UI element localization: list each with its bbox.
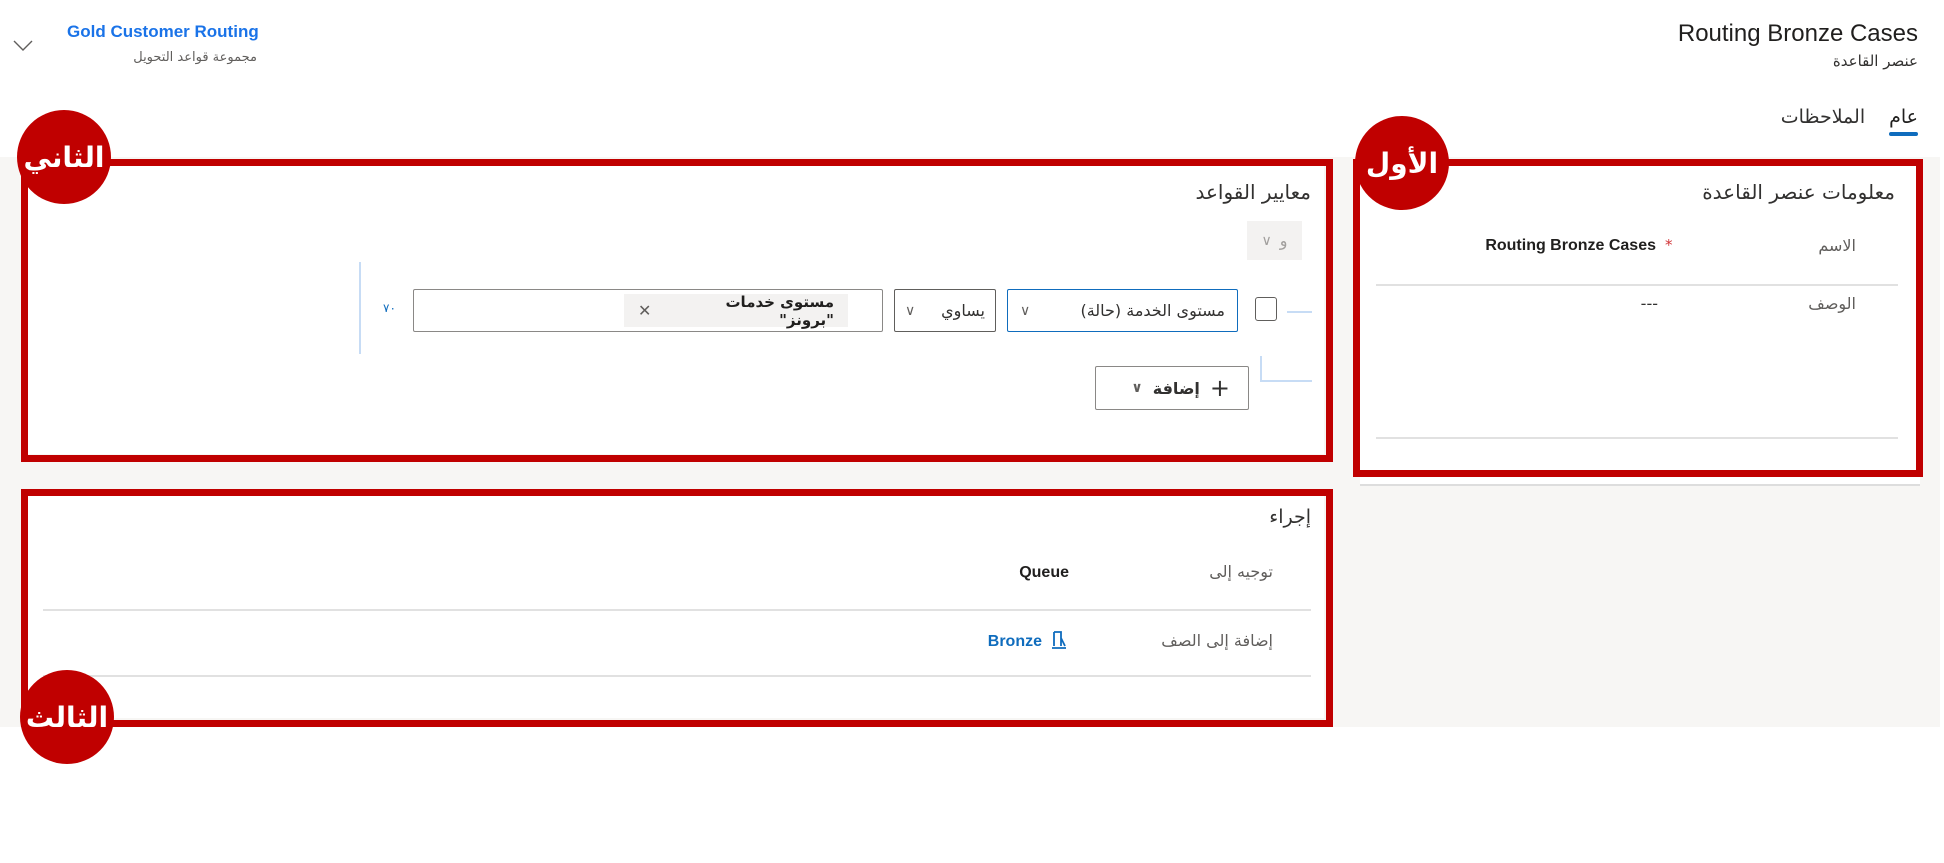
add-connector-line — [1260, 356, 1262, 381]
ruleset-caption: مجموعة قواعد التحويل — [133, 50, 257, 65]
add-button[interactable]: + إضافة ∨ — [1095, 366, 1249, 410]
field-dropdown-value: مستوى الخدمة (حالة) — [1080, 301, 1225, 320]
chevron-down-icon: ∨ — [905, 302, 916, 319]
operator-dropdown[interactable]: يساوي ∨ — [894, 289, 996, 332]
callout-badge-second: الثاني — [17, 110, 111, 204]
queue-link-label: Bronze — [987, 633, 1042, 650]
description-value[interactable]: --- — [1641, 294, 1658, 313]
divider — [1376, 437, 1898, 439]
divider — [43, 675, 1311, 677]
value-tag-label: مستوى خدمات "برونز" — [725, 292, 834, 329]
callout-badge-third: الثالث — [20, 670, 114, 764]
expand-chevron-icon[interactable] — [12, 34, 34, 56]
row-connector-line — [1287, 311, 1312, 313]
rule-info-title: معلومات عنصر القاعدة — [1702, 180, 1895, 204]
field-dropdown[interactable]: مستوى الخدمة (حالة) ∨ — [1007, 289, 1238, 332]
value-input[interactable]: مستوى خدمات "برونز" ✕ — [413, 289, 883, 332]
tab-notes[interactable]: الملاحظات — [1781, 106, 1865, 136]
callout-box-first — [1353, 159, 1923, 477]
tab-general-label: عام — [1889, 106, 1918, 128]
chevron-down-icon: ∨ — [1131, 380, 1143, 396]
operator-dropdown-value: يساوي — [941, 301, 985, 320]
name-value[interactable]: Routing Bronze Cases — [1485, 237, 1656, 255]
add-to-queue-label: إضافة إلى الصف — [1161, 631, 1273, 650]
tab-notes-label: الملاحظات — [1780, 106, 1866, 128]
page-title: Routing Bronze Cases — [1677, 20, 1918, 47]
side-value: ٧٠ — [383, 301, 396, 315]
required-asterisk: * — [1665, 236, 1673, 254]
row-checkbox[interactable] — [1255, 297, 1277, 321]
queue-link[interactable]: Bronze — [988, 630, 1068, 654]
divider — [1376, 284, 1898, 286]
add-button-label: إضافة — [1152, 378, 1200, 398]
route-to-label: توجيه إلى — [1209, 562, 1273, 581]
group-operator-dropdown[interactable]: ∨ و — [1247, 221, 1302, 260]
remove-tag-icon[interactable]: ✕ — [638, 301, 651, 320]
tab-general[interactable]: عام — [1889, 106, 1918, 136]
add-connector-line — [1260, 380, 1312, 382]
active-tab-indicator — [1889, 132, 1918, 136]
name-label: الاسم — [1818, 236, 1856, 255]
group-operator-label: و — [1279, 231, 1288, 250]
callout-box-third — [21, 489, 1333, 727]
queue-icon — [1050, 630, 1068, 654]
tab-bar: عام الملاحظات — [1781, 106, 1918, 136]
page-subtitle: عنصر القاعدة — [1832, 52, 1918, 70]
callout-badge-first: الأول — [1355, 116, 1449, 210]
criteria-title: معايير القواعد — [1195, 180, 1311, 204]
chevron-down-icon: ∨ — [1020, 302, 1031, 319]
divider — [43, 609, 1311, 611]
value-tag: مستوى خدمات "برونز" ✕ — [624, 292, 848, 329]
action-title: إجراء — [1269, 506, 1311, 528]
chevron-down-icon: ∨ — [1261, 232, 1272, 249]
ruleset-link[interactable]: Gold Customer Routing — [67, 22, 259, 42]
plus-icon: + — [1209, 374, 1230, 402]
group-bracket-line — [359, 262, 361, 354]
description-label: الوصف — [1808, 294, 1856, 313]
route-to-value[interactable]: Queue — [1019, 564, 1069, 582]
